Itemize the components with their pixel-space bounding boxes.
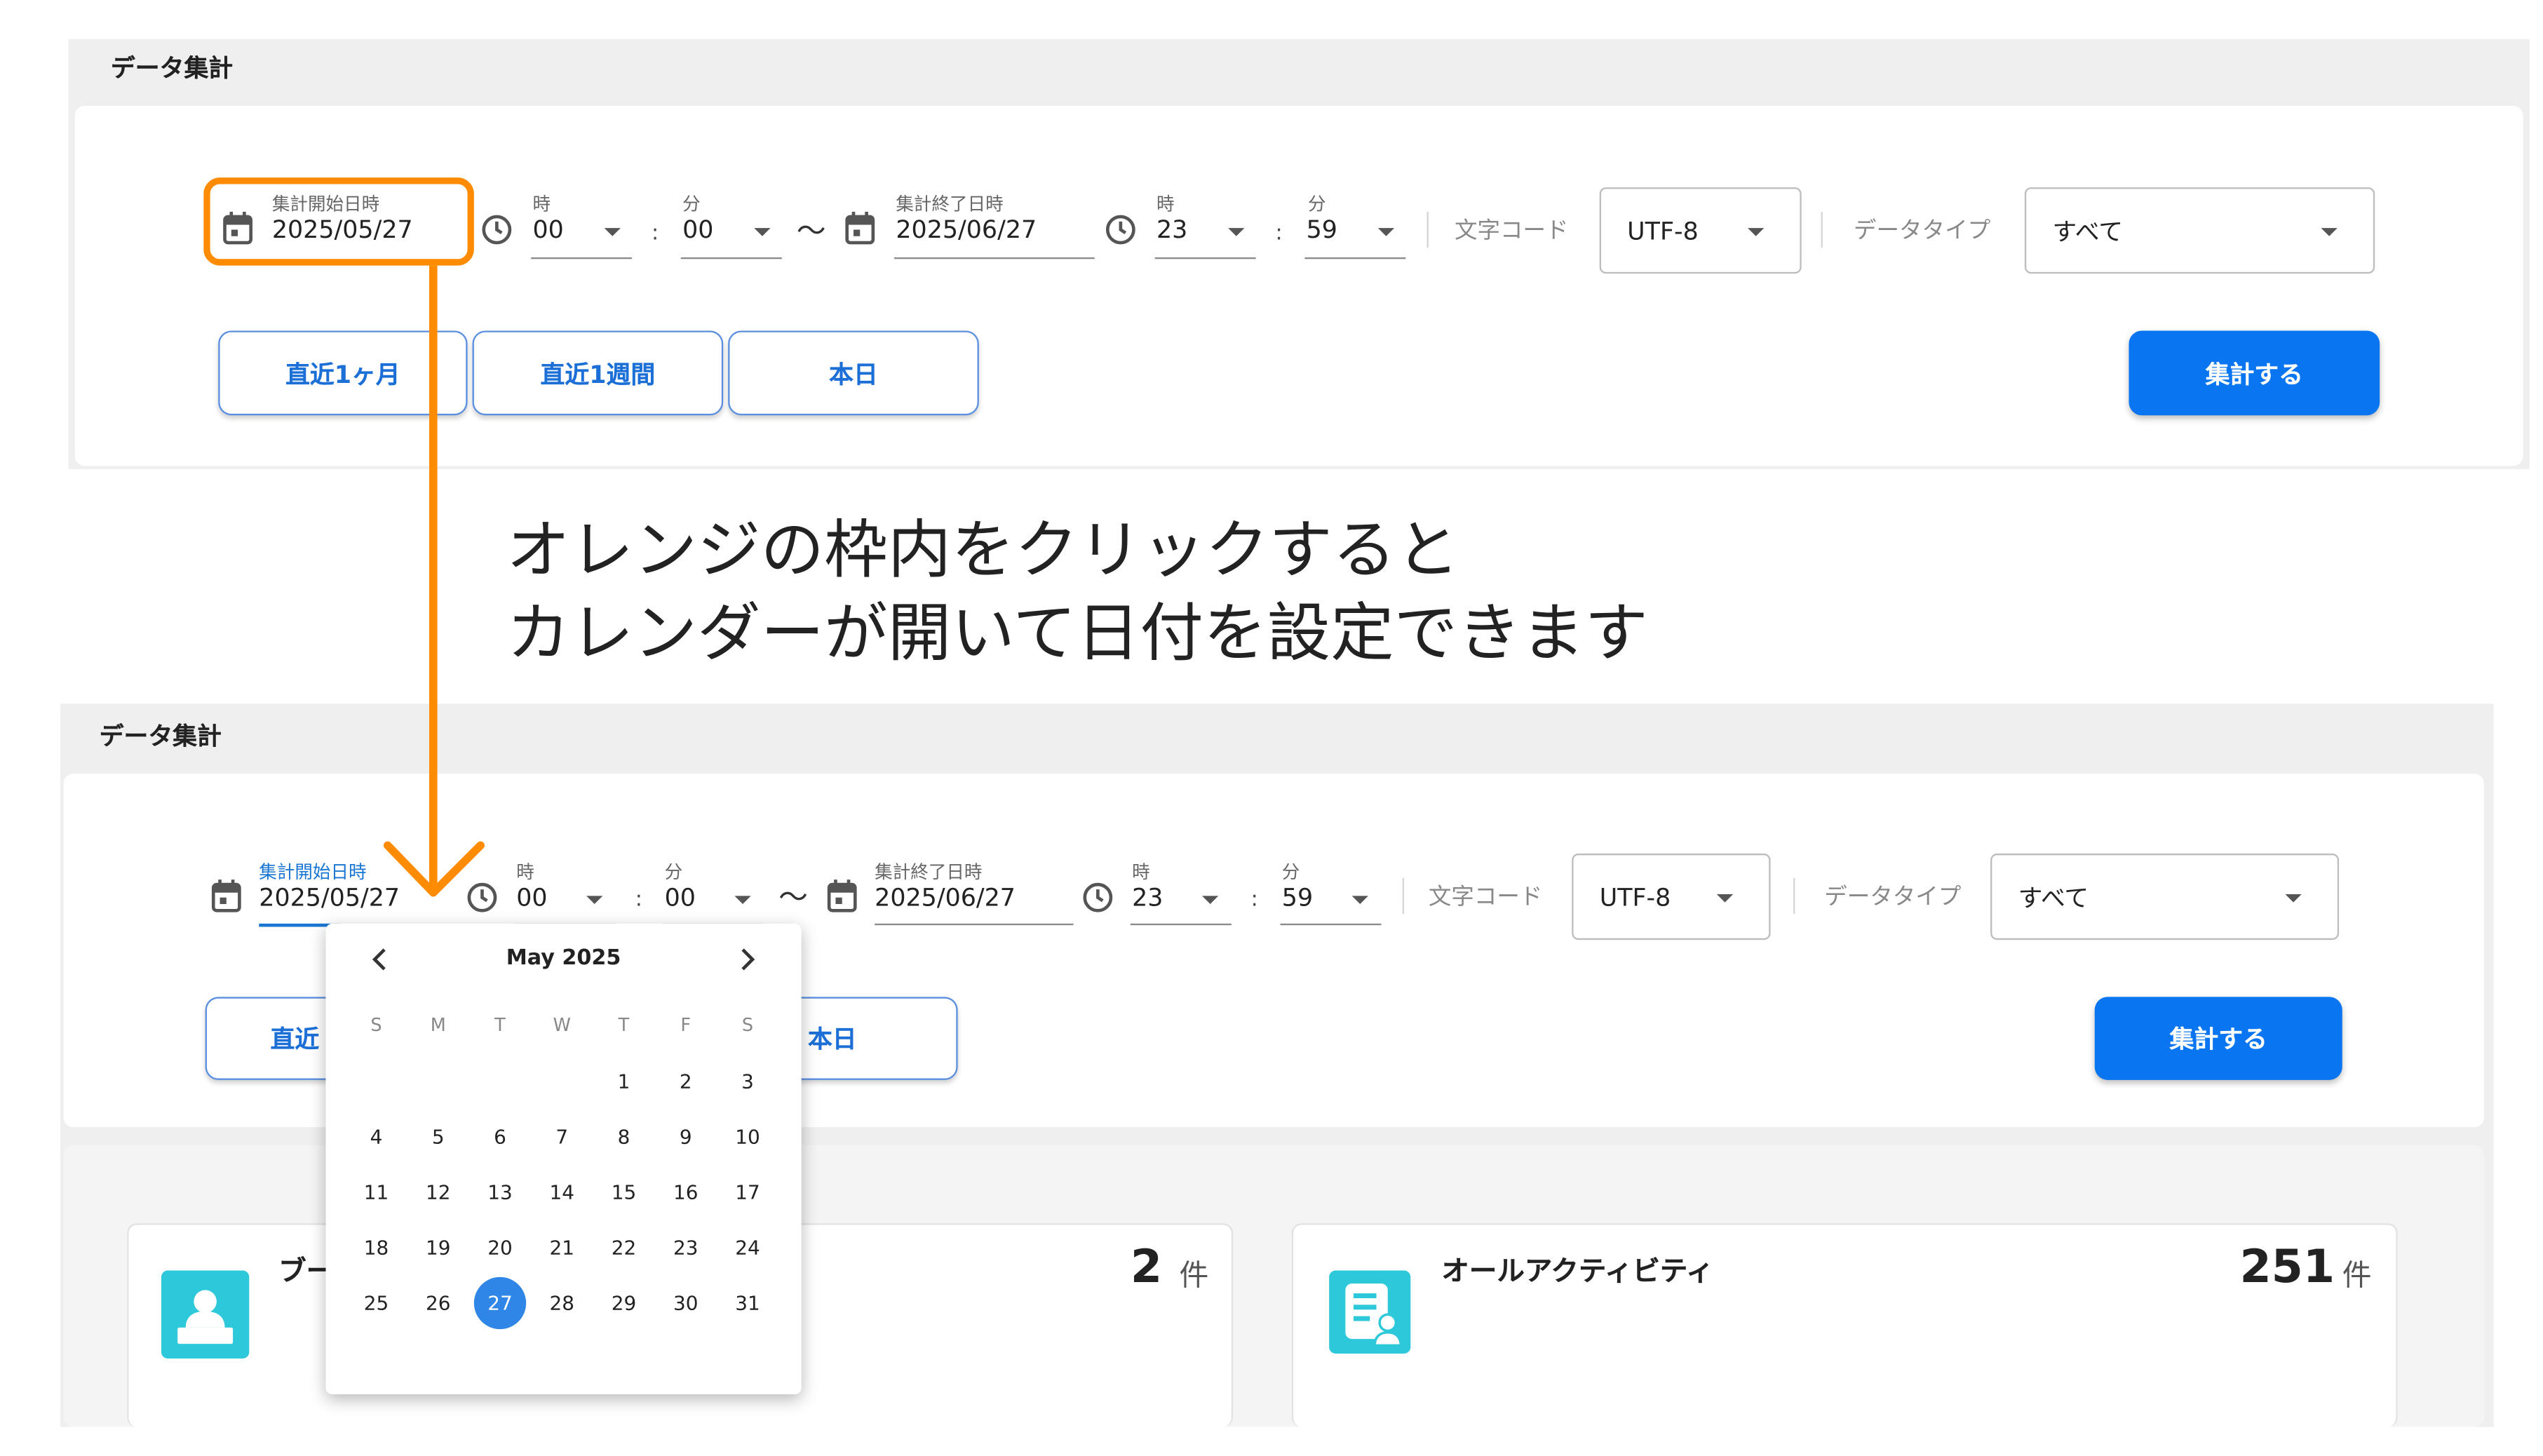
- orange-arrow: [383, 265, 485, 897]
- stage: データ集計 集計開始日時 2025/05/27 時 00 : 分 00 〜 集計…: [0, 0, 2542, 1456]
